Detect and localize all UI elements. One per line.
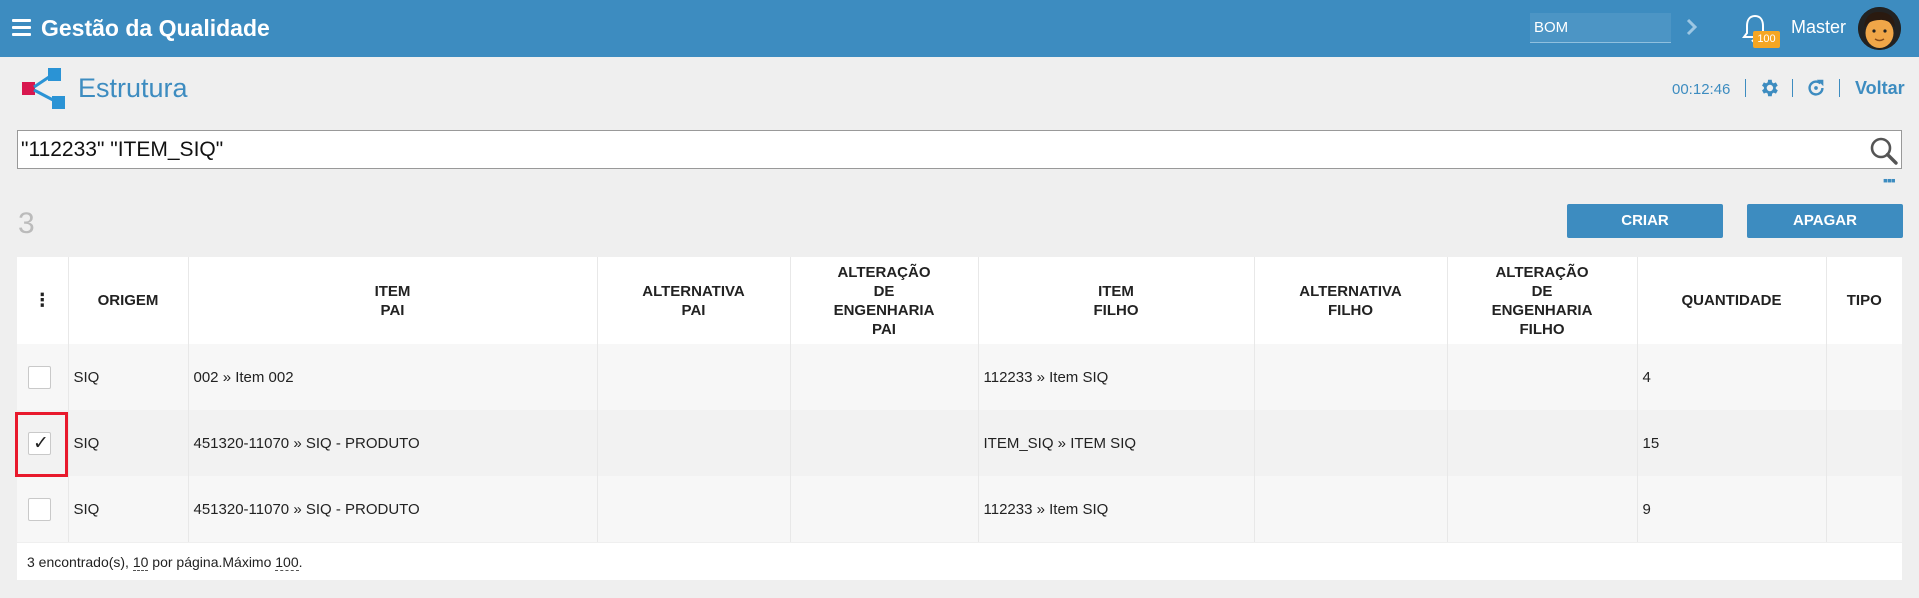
- per-page-value[interactable]: 10: [132, 554, 149, 571]
- table-header-row: ⋮ ORIGEM ITEM PAI ALTERNATIVA PAI ALTERAÇÃ…: [17, 257, 1902, 344]
- app-title: Gestão da Qualidade: [41, 15, 270, 41]
- session-timer: 00:12:46: [1672, 81, 1731, 98]
- cell-alteracao-pai: [790, 476, 979, 542]
- module-combo[interactable]: BOM: [1530, 13, 1671, 43]
- cell-item-pai: 002 » Item 002: [188, 344, 598, 410]
- cell-alternativa-pai: [597, 344, 791, 410]
- avatar[interactable]: [1858, 7, 1901, 50]
- chevron-right-icon[interactable]: [1685, 14, 1699, 40]
- user-name[interactable]: Master: [1791, 17, 1846, 38]
- back-link[interactable]: Voltar: [1855, 78, 1905, 99]
- column-menu[interactable]: ⋮: [17, 257, 69, 344]
- column-header-origem[interactable]: ORIGEM: [68, 257, 189, 344]
- kebab-icon[interactable]: ⋮: [33, 290, 51, 310]
- cell-alternativa-filho: [1254, 344, 1448, 410]
- result-count: 3: [18, 207, 35, 240]
- max-value[interactable]: 100: [275, 554, 299, 571]
- table-row[interactable]: SIQ 002 » Item 002 112233 » Item SIQ 4: [17, 344, 1902, 410]
- cell-alternativa-pai: [597, 410, 791, 476]
- column-header-alteracao-filho[interactable]: ALTERAÇÃO DE ENGENHARIA FILHO: [1447, 257, 1638, 344]
- create-button[interactable]: CRIAR: [1567, 204, 1723, 238]
- more-options-icon[interactable]: ▪▪▪: [1883, 172, 1896, 188]
- row-checkbox[interactable]: [28, 365, 51, 389]
- cell-quantidade: 4: [1637, 344, 1827, 410]
- footer-end: .: [298, 554, 303, 570]
- row-checkbox[interactable]: [28, 497, 51, 521]
- separator: [1745, 79, 1746, 97]
- cell-tipo: [1826, 410, 1902, 476]
- search-icon[interactable]: [1869, 136, 1899, 166]
- cell-quantidade: 15: [1637, 410, 1827, 476]
- notification-badge: 100: [1753, 31, 1780, 48]
- cell-tipo: [1826, 344, 1902, 410]
- cell-alternativa-pai: [597, 476, 791, 542]
- cell-item-filho: 112233 » Item SIQ: [978, 476, 1255, 542]
- cell-origem: SIQ: [68, 410, 189, 476]
- cell-item-pai: 451320-11070 » SIQ - PRODUTO: [188, 410, 598, 476]
- column-header-alternativa-filho[interactable]: ALTERNATIVA FILHO: [1254, 257, 1448, 344]
- column-header-tipo[interactable]: TIPO: [1826, 257, 1902, 344]
- separator: [1839, 79, 1840, 97]
- found-text: 3 encontrado(s),: [27, 554, 133, 570]
- cell-item-filho: 112233 » Item SIQ: [978, 344, 1255, 410]
- column-header-quantidade[interactable]: QUANTIDADE: [1637, 257, 1827, 344]
- page-title: Estrutura: [78, 73, 188, 103]
- separator: [1792, 79, 1793, 97]
- cell-alteracao-filho: [1447, 476, 1638, 542]
- top-bar: Gestão da Qualidade BOM 100 Master: [0, 0, 1919, 57]
- delete-button[interactable]: APAGAR: [1747, 204, 1903, 238]
- pagination-footer: 3 encontrado(s), 10 por página.Máximo 10…: [17, 543, 1902, 580]
- cell-origem: SIQ: [68, 476, 189, 542]
- cell-item-pai: 451320-11070 » SIQ - PRODUTO: [188, 476, 598, 542]
- cell-alternativa-filho: [1254, 476, 1448, 542]
- results-table: ⋮ ORIGEM ITEM PAI ALTERNATIVA PAI ALTERAÇÃ…: [17, 257, 1902, 542]
- cell-alternativa-filho: [1254, 410, 1448, 476]
- cell-alteracao-filho: [1447, 344, 1638, 410]
- cell-tipo: [1826, 476, 1902, 542]
- cell-alteracao-pai: [790, 410, 979, 476]
- search-input[interactable]: [18, 131, 1858, 168]
- structure-icon: [22, 68, 65, 109]
- gear-icon[interactable]: [1758, 77, 1780, 99]
- cell-alteracao-filho: [1447, 410, 1638, 476]
- cell-origem: SIQ: [68, 344, 189, 410]
- table-row[interactable]: SIQ 451320-11070 » SIQ - PRODUTO 112233 …: [17, 476, 1902, 542]
- cell-alteracao-pai: [790, 344, 979, 410]
- column-header-item-pai[interactable]: ITEM PAI: [188, 257, 598, 344]
- per-page-text: por página.Máximo: [148, 554, 276, 570]
- table-row[interactable]: SIQ 451320-11070 » SIQ - PRODUTO ITEM_SI…: [17, 410, 1902, 476]
- column-header-alteracao-pai[interactable]: ALTERAÇÃO DE ENGENHARIA PAI: [790, 257, 979, 344]
- column-header-item-filho[interactable]: ITEM FILHO: [978, 257, 1255, 344]
- row-checkbox[interactable]: [28, 431, 51, 455]
- column-header-alternativa-pai[interactable]: ALTERNATIVA PAI: [597, 257, 791, 344]
- cell-item-filho: ITEM_SIQ » ITEM SIQ: [978, 410, 1255, 476]
- menu-icon[interactable]: [12, 19, 31, 37]
- search-box: [17, 130, 1902, 169]
- refresh-icon[interactable]: [1805, 77, 1827, 99]
- cell-quantidade: 9: [1637, 476, 1827, 542]
